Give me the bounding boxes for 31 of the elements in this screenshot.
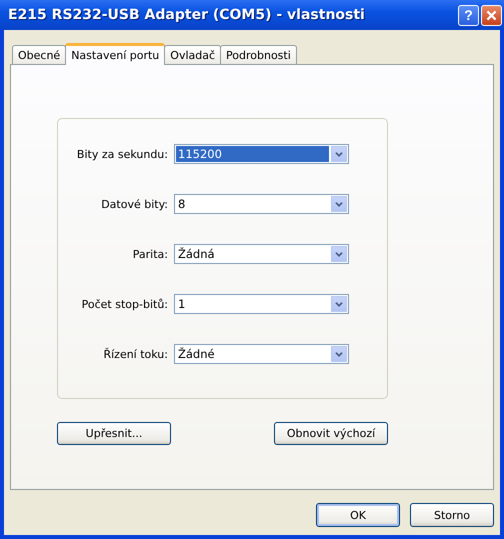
help-button[interactable]: ?	[458, 4, 479, 26]
close-icon[interactable]	[481, 4, 502, 26]
dropdown-value: 8	[177, 196, 186, 212]
ok-button[interactable]: OK	[316, 503, 400, 527]
dropdown-value: 1	[177, 296, 186, 312]
tab[interactable]: Obecné	[12, 45, 66, 64]
dropdown-value: 115200	[176, 146, 329, 162]
dropdown[interactable]: 115200	[174, 144, 349, 164]
chevron-down-icon[interactable]	[331, 346, 347, 362]
dropdown[interactable]: Žádné	[174, 344, 349, 364]
field-label: Datové bity:	[100, 198, 168, 210]
chevron-down-icon[interactable]	[331, 196, 347, 212]
dropdown[interactable]: Žádná	[174, 244, 349, 264]
window-title: E215 RS232-USB Adapter (COM5) - vlastnosti	[8, 7, 365, 23]
field-label: Počet stop-bitů:	[80, 298, 168, 310]
chevron-down-icon[interactable]	[331, 296, 347, 312]
tab[interactable]: Ovladač	[164, 45, 222, 64]
chevron-down-icon[interactable]	[331, 246, 347, 262]
restore-defaults-button[interactable]: Obnovit výchozí	[274, 422, 388, 445]
chevron-down-icon[interactable]	[331, 146, 347, 162]
field-label: Řízení toku:	[102, 348, 168, 360]
tab[interactable]: Podrobnosti	[220, 45, 297, 64]
dropdown[interactable]: 1	[174, 294, 349, 314]
advanced-button[interactable]: Upřesnit...	[57, 422, 171, 445]
field-label: Bity za sekundu:	[76, 148, 168, 160]
dropdown-value: Žádné	[177, 346, 216, 362]
dropdown-value: Žádná	[177, 246, 216, 262]
field-label: Parita:	[132, 248, 168, 260]
cancel-button[interactable]: Storno	[410, 503, 494, 527]
dropdown[interactable]: 8	[174, 194, 349, 214]
tab[interactable]: Nastavení portu	[65, 43, 166, 65]
